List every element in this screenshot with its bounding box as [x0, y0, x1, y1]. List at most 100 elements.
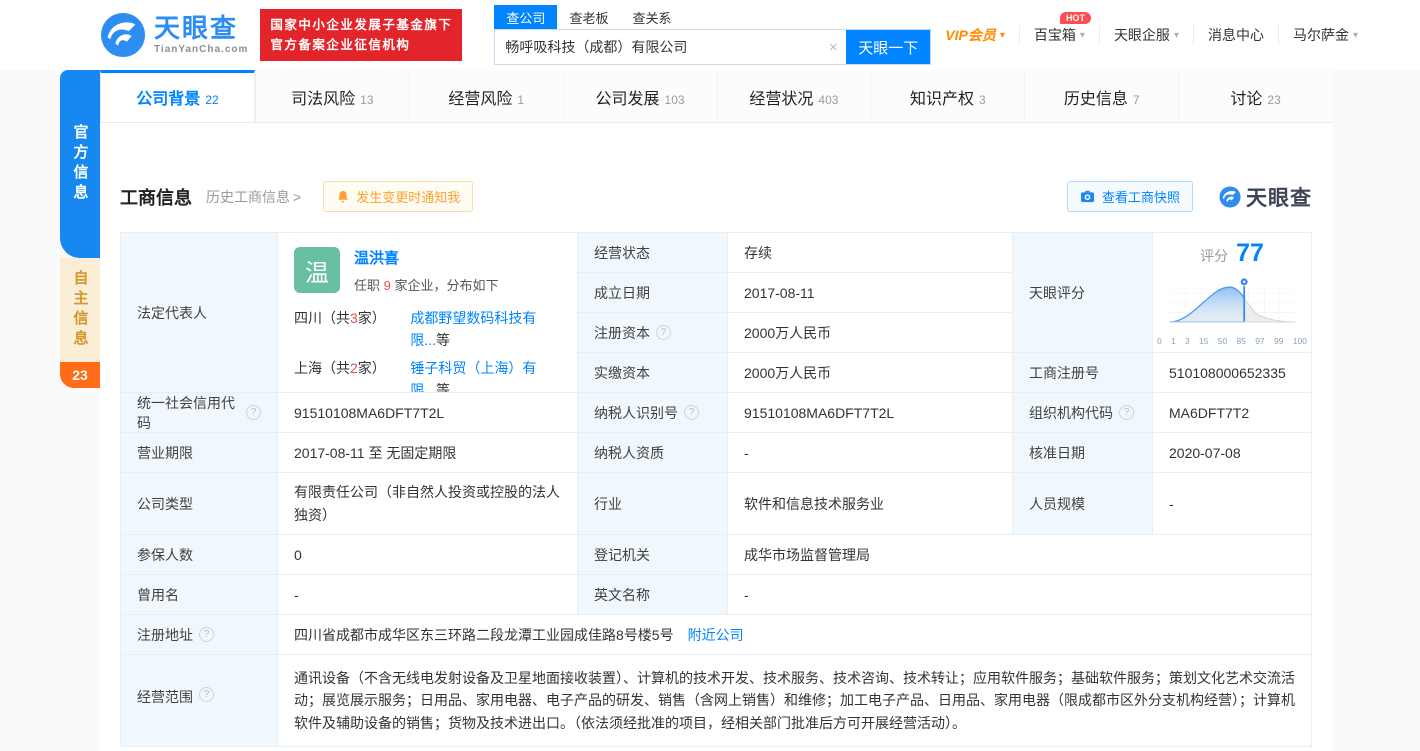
field-value-business-scope: 通讯设备（不含无线电发射设备及卫星地面接收装置）、计算机的技术开发、技术服务、技… [278, 655, 1312, 747]
field-label-paid-capital: 实缴资本 [578, 353, 728, 393]
top-header: 天眼查 TianYanCha.com 国家中小企业发展子基金旗下 官方备案企业征… [0, 0, 1420, 70]
score-distribution-chart [1157, 274, 1307, 328]
field-label-establishment-date: 成立日期 [578, 273, 728, 313]
field-value-organization-code: MA6DFT7T2 [1153, 393, 1312, 433]
nav-toolbox-label: 百宝箱 [1034, 25, 1076, 45]
avatar[interactable]: 温 [294, 247, 340, 293]
tab-company-background[interactable]: 公司背景22 [100, 70, 255, 122]
nav-enterprise-service[interactable]: 天眼企服 ▾ [1099, 25, 1193, 45]
help-icon[interactable]: ? [1119, 405, 1134, 420]
field-label-registered-capital: 注册资本 ? [578, 313, 728, 353]
field-value-business-status: 存续 [728, 233, 1013, 273]
nav-message-center-label: 消息中心 [1208, 25, 1264, 45]
search-button[interactable]: 天眼一下 [846, 30, 930, 64]
tab-intellectual-property[interactable]: 知识产权3 [870, 70, 1024, 122]
nearby-companies-link[interactable]: 附近公司 [688, 625, 744, 645]
field-value-registry-authority: 成华市场监督管理局 [728, 535, 1312, 575]
field-label-business-scope: 经营范围 ? [121, 655, 278, 747]
nav-enterprise-service-label: 天眼企服 [1114, 25, 1170, 45]
field-label-insured-count: 参保人数 [121, 535, 278, 575]
field-value-former-name: - [278, 575, 578, 615]
field-label-tianyan-score: 天眼评分 [1013, 233, 1153, 353]
tab-operation-status[interactable]: 经营状况403 [717, 70, 871, 122]
search-box: × 天眼一下 [494, 29, 931, 65]
nav-user-menu[interactable]: 马尔萨金 ▾ [1278, 25, 1372, 45]
company-link[interactable]: 成都野望数码科技有限... [410, 310, 536, 348]
tianyancha-watermark: 天眼查 [1219, 182, 1312, 212]
side-tab-self-info[interactable]: 自主信息 [60, 258, 100, 362]
field-value-registration-number: 510108000652335 [1153, 353, 1312, 393]
certification-badge-line2: 官方备案企业征信机构 [270, 35, 452, 55]
view-snapshot-button[interactable]: 查看工商快照 [1067, 181, 1193, 212]
chevron-down-icon: ▾ [1353, 30, 1358, 41]
tianyancha-watermark-icon [1219, 186, 1241, 208]
field-label-registration-number: 工商注册号 [1013, 353, 1153, 393]
legal-representative-cell: 温 温洪喜 任职 9 家企业，分布如下 四川（共3家） 成都野望数码科技有限..… [278, 233, 578, 393]
legal-representative-name-link[interactable]: 温洪喜 [354, 250, 399, 267]
search-area: 查公司 查老板 查关系 × 天眼一下 [494, 5, 931, 65]
history-business-info-link[interactable]: 历史工商信息 > [206, 187, 301, 207]
field-label-credit-code: 统一社会信用代码 ? [121, 393, 278, 433]
tab-judicial-risk[interactable]: 司法风险13 [255, 70, 409, 122]
score-axis-ticks: 0131550859799100 [1157, 336, 1307, 346]
company-section-tabs: 公司背景22 司法风险13 经营风险1 公司发展103 经营状况403 知识产权… [100, 70, 1332, 123]
help-icon[interactable]: ? [684, 405, 699, 420]
field-label-english-name: 英文名称 [578, 575, 728, 615]
field-label-industry: 行业 [578, 473, 728, 535]
company-link[interactable]: 锤子科贸（上海）有限... [410, 360, 536, 393]
tab-company-development[interactable]: 公司发展103 [563, 70, 717, 122]
side-tabs: 官方信息 自主信息 23 [60, 70, 100, 388]
help-icon[interactable]: ? [246, 405, 261, 420]
camera-icon [1080, 190, 1095, 203]
nav-user-name: 马尔萨金 [1293, 25, 1349, 45]
chevron-down-icon: ▾ [1000, 30, 1005, 41]
field-value-taxpayer-quality: - [728, 433, 1013, 473]
watermark-text: 天眼查 [1246, 182, 1312, 212]
help-icon[interactable]: ? [199, 687, 214, 702]
bell-icon [336, 190, 350, 204]
help-icon[interactable]: ? [656, 325, 671, 340]
main-card: 公司背景22 司法风险13 经营风险1 公司发展103 经营状况403 知识产权… [100, 70, 1332, 751]
nav-toolbox[interactable]: HOT 百宝箱 ▾ [1019, 25, 1099, 45]
field-label-taxpayer-quality: 纳税人资质 [578, 433, 728, 473]
certification-badge-line1: 国家中小企业发展子基金旗下 [270, 15, 452, 35]
hot-badge: HOT [1060, 12, 1091, 24]
score-caption: 评分 [1200, 246, 1228, 266]
search-input[interactable] [495, 30, 820, 64]
tab-operation-risk[interactable]: 经营风险1 [409, 70, 563, 122]
field-label-legal-representative: 法定代表人 [121, 233, 278, 393]
notify-change-button[interactable]: 发生变更时通知我 [323, 181, 473, 212]
search-tab-boss[interactable]: 查老板 [557, 5, 620, 29]
field-value-english-name: - [728, 575, 1312, 615]
field-value-business-term: 2017-08-11 至 无固定期限 [278, 433, 578, 473]
certification-badge: 国家中小企业发展子基金旗下 官方备案企业征信机构 [260, 9, 462, 61]
field-value-establishment-date: 2017-08-11 [728, 273, 1013, 313]
clear-search-icon[interactable]: × [820, 30, 846, 64]
chevron-down-icon: ▾ [1174, 30, 1179, 41]
region-row: 四川（共3家） 成都野望数码科技有限...等 [278, 304, 577, 354]
field-label-business-status: 经营状态 [578, 233, 728, 273]
nav-message-center[interactable]: 消息中心 [1193, 25, 1278, 45]
field-label-registered-address: 注册地址 ? [121, 615, 278, 655]
field-value-insured-count: 0 [278, 535, 578, 575]
tianyancha-logo[interactable]: 天眼查 TianYanCha.com [100, 12, 248, 58]
side-tab-official-info[interactable]: 官方信息 [60, 70, 100, 258]
help-icon[interactable]: ? [199, 627, 214, 642]
field-value-taxpayer-id: 91510108MA6DFT7T2L [728, 393, 1013, 433]
field-label-organization-code: 组织机构代码 ? [1013, 393, 1153, 433]
tianyancha-logo-icon [100, 12, 146, 58]
top-nav: VIP会员 ▾ HOT 百宝箱 ▾ 天眼企服 ▾ 消息中心 马尔萨金 ▾ [931, 25, 1420, 45]
tab-discussion[interactable]: 讨论23 [1178, 70, 1332, 122]
search-tab-company[interactable]: 查公司 [494, 5, 557, 29]
logo-domain: TianYanCha.com [154, 44, 248, 55]
field-label-staff-size: 人员规模 [1013, 473, 1153, 535]
side-tab-self-label: 自主信息 [70, 270, 91, 350]
field-value-paid-capital: 2000万人民币 [728, 353, 1013, 393]
section-header: 工商信息 历史工商信息 > 发生变更时通知我 查看工商快照 [120, 181, 1312, 212]
search-tabs: 查公司 查老板 查关系 [494, 5, 931, 29]
search-tab-relation[interactable]: 查关系 [620, 5, 683, 29]
tab-history-info[interactable]: 历史信息7 [1024, 70, 1178, 122]
business-info-table: 法定代表人 温 温洪喜 任职 9 家企业，分布如下 四川（共3家） 成都野望数码… [120, 232, 1312, 747]
field-value-staff-size: - [1153, 473, 1312, 535]
nav-vip-member[interactable]: VIP会员 ▾ [931, 25, 1019, 45]
